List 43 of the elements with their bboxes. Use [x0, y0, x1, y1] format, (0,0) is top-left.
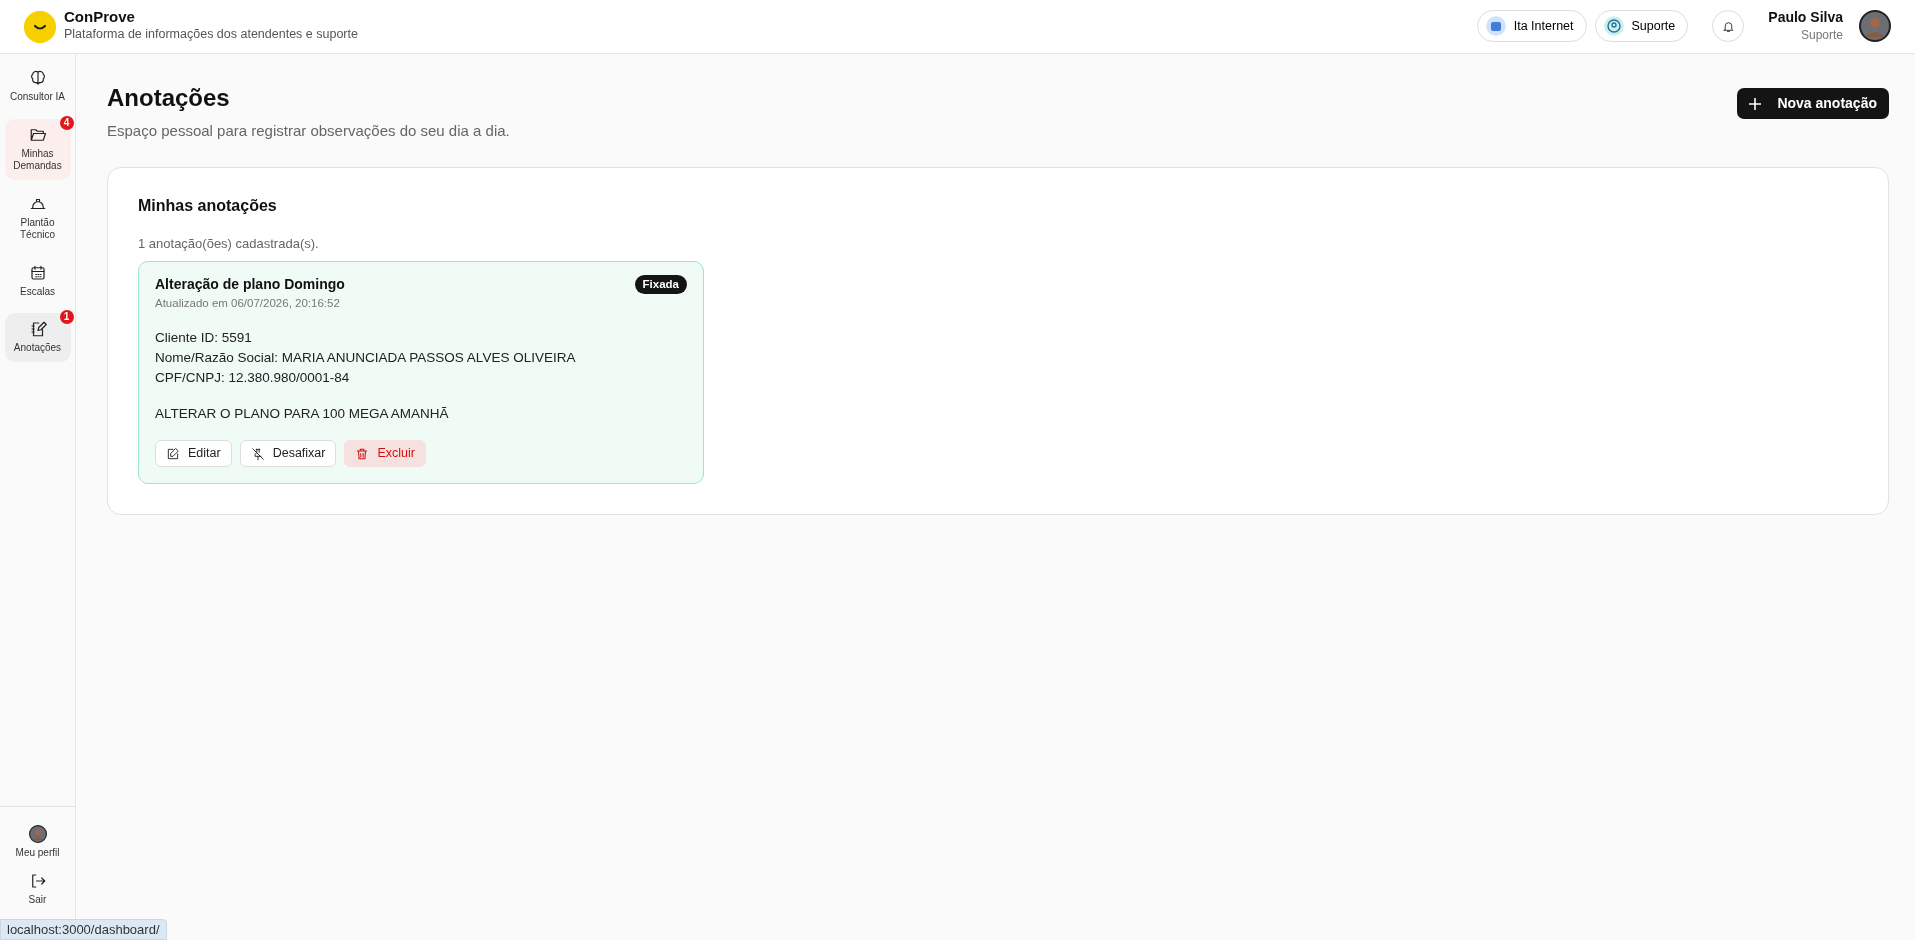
edit-button[interactable]: Editar — [155, 440, 232, 467]
note-date: Atualizado em 06/07/2026, 20:16:52 — [155, 296, 341, 311]
building-icon — [1485, 16, 1506, 37]
unpin-button[interactable]: Desafixar — [239, 440, 337, 467]
brain-icon — [28, 69, 47, 87]
note-text: Cliente ID: 5591 — [155, 329, 253, 348]
note-text: Nome/Razão Social: MARIA ANUNCIADA PASSOS ALVES OLIVEIRA — [155, 349, 577, 368]
note-title: Alteração de plano Domingo — [155, 275, 345, 294]
notification-button[interactable] — [1712, 10, 1745, 43]
sidebar-item[interactable]: Anotações 1 — [4, 313, 71, 362]
logo-icon — [24, 10, 56, 43]
count-badge: 1 — [59, 310, 74, 324]
calendar-icon — [28, 263, 47, 282]
delete-button[interactable]: Excluir — [344, 440, 426, 467]
sidebar-item[interactable]: Meu perfil — [4, 823, 71, 862]
avatar — [28, 825, 47, 843]
user-name: Paulo Silva — [1768, 9, 1843, 26]
note-text: ALTERAR O PLANO PARA 100 MEGA AMANHÃ — [155, 405, 450, 424]
count-badge: 4 — [59, 115, 74, 130]
note-count: 1 anotação(ões) cadastrada(s). — [138, 234, 320, 253]
page-title: Anotações — [107, 83, 231, 113]
app-name: ConProve — [64, 8, 136, 26]
note-text: CPF/CNPJ: 12.380.980/0001-84 — [155, 369, 351, 388]
url-tooltip: localhost:3000/dashboard/ — [0, 918, 167, 940]
filter-chip[interactable]: Ita Internet — [1476, 10, 1587, 43]
section-title: Minhas anotações — [138, 195, 278, 216]
filter-chip[interactable]: Suporte — [1594, 10, 1689, 43]
edit-icon — [166, 446, 180, 461]
user-role: Suporte — [1799, 26, 1843, 44]
avatar[interactable] — [1859, 10, 1891, 43]
sidebar-item[interactable]: Plantão Técnico — [4, 187, 71, 249]
new-note-button[interactable]: Nova anotação — [1737, 88, 1889, 119]
sidebar-item[interactable]: Escalas — [4, 256, 71, 305]
bell-icon — [1721, 20, 1735, 33]
trash-icon — [355, 446, 370, 461]
pinned-badge: Fixada — [634, 274, 687, 295]
pin-off-icon — [250, 446, 265, 461]
page-subtitle: Espaço pessoal para registrar observações do seu dia a dia. — [107, 121, 510, 141]
app-subtitle: Plataforma de informações dos atendentes e suporte — [64, 26, 358, 44]
plus-icon — [1749, 97, 1762, 110]
sidebar-item[interactable]: Consultor IA — [4, 62, 71, 111]
sidebar-item[interactable]: Sair — [4, 869, 71, 908]
sidebar-item[interactable]: Minhas Demandas 4 — [4, 118, 71, 180]
